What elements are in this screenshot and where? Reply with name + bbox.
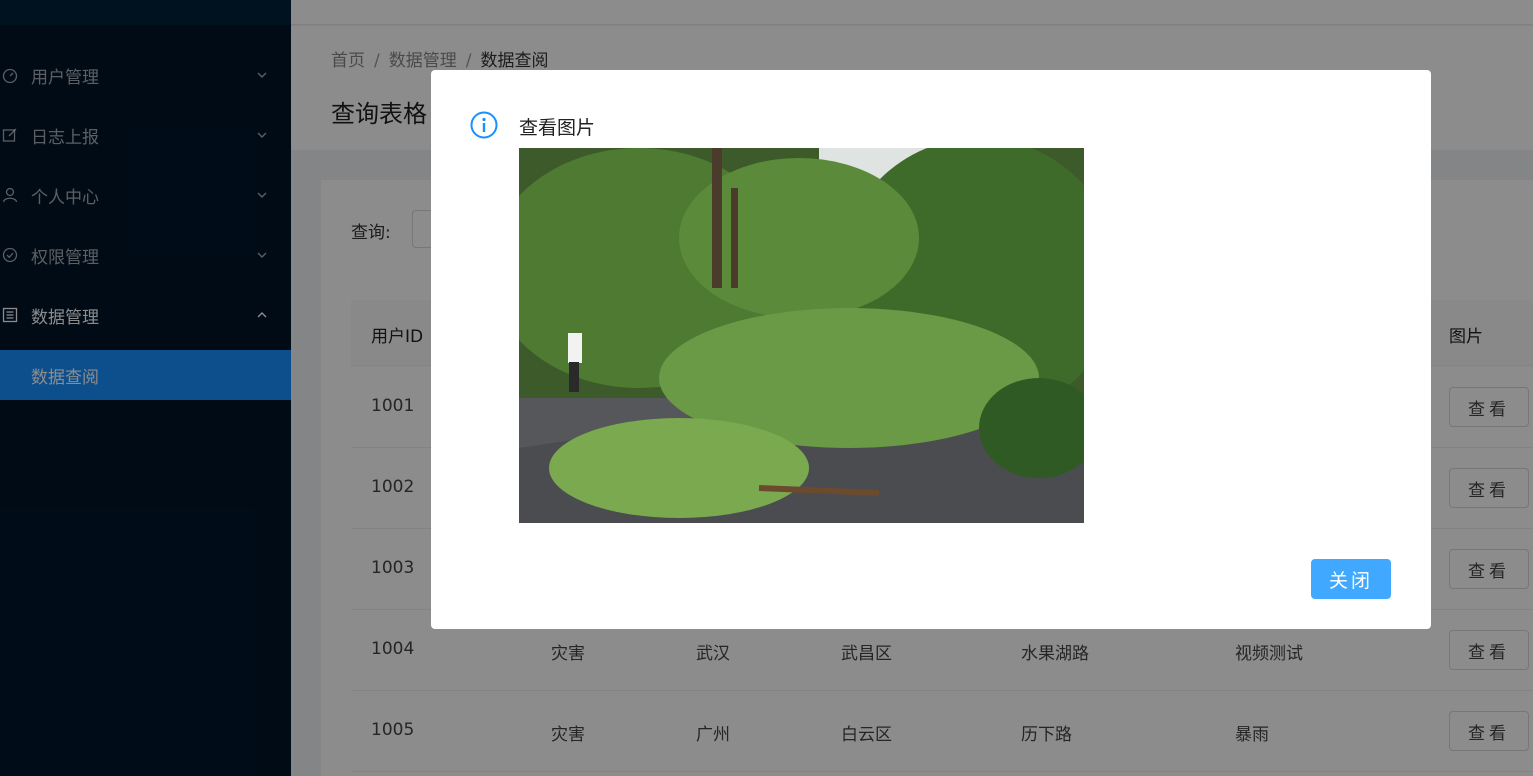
fallen-tree-photo xyxy=(519,148,1084,523)
info-icon xyxy=(470,111,498,139)
modal-title: 查看图片 xyxy=(519,117,596,139)
close-button[interactable]: 关闭 xyxy=(1311,559,1391,599)
image-modal: 查看图片 关闭 xyxy=(431,70,1431,629)
